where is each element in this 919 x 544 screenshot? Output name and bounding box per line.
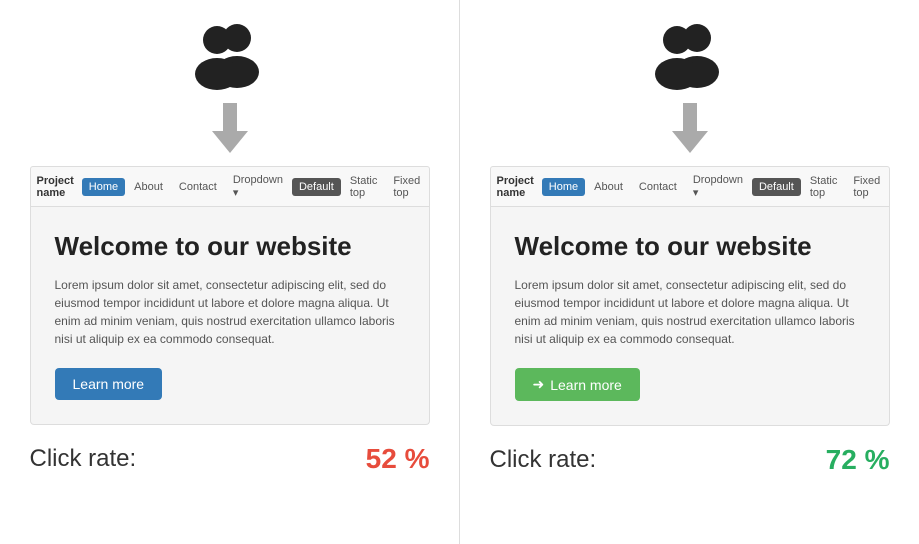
nav-dropdown-left[interactable]: Dropdown ▾	[226, 171, 290, 202]
nav-about-right[interactable]: About	[587, 178, 630, 196]
nav-contact-left[interactable]: Contact	[172, 178, 224, 196]
content-card-left: Welcome to our website Lorem ipsum dolor…	[30, 207, 430, 425]
card-body-right: Lorem ipsum dolor sit amet, consectetur …	[515, 276, 865, 348]
arrow-down-left	[212, 103, 248, 166]
arrow-down-right	[672, 103, 708, 166]
click-rate-value-left: 52 %	[366, 443, 430, 475]
nav-default-right[interactable]: Default	[752, 178, 801, 196]
card-title-right: Welcome to our website	[515, 231, 865, 262]
nav-contact-right[interactable]: Contact	[632, 178, 684, 196]
navbar-left: Project name Home About Contact Dropdown…	[30, 166, 430, 207]
learn-more-button-right[interactable]: ➜ Learn more	[515, 368, 640, 401]
arrow-icon-right: ➜	[533, 376, 545, 393]
navbar-right: Project name Home About Contact Dropdown…	[490, 166, 890, 207]
users-icon-left	[185, 20, 275, 103]
learn-more-label-right: Learn more	[550, 377, 622, 393]
click-rate-label-right: Click rate:	[490, 446, 597, 474]
nav-fixed-left[interactable]: Fixed top	[386, 172, 427, 202]
nav-static-right[interactable]: Static top	[803, 172, 845, 202]
nav-static-left[interactable]: Static top	[343, 172, 385, 202]
learn-more-button-left[interactable]: Learn more	[55, 368, 163, 400]
content-card-right: Welcome to our website Lorem ipsum dolor…	[490, 207, 890, 426]
nav-about-left[interactable]: About	[127, 178, 170, 196]
click-rate-label-left: Click rate:	[30, 445, 137, 473]
nav-dropdown-right[interactable]: Dropdown ▾	[686, 171, 750, 202]
left-panel: Project name Home About Contact Dropdown…	[0, 0, 459, 544]
click-rate-left: Click rate: 52 %	[30, 433, 430, 475]
nav-fixed-right[interactable]: Fixed top	[846, 172, 887, 202]
card-title-left: Welcome to our website	[55, 231, 405, 262]
nav-home-right[interactable]: Home	[542, 178, 585, 196]
nav-home-left[interactable]: Home	[82, 178, 125, 196]
click-rate-right: Click rate: 72 %	[490, 434, 890, 476]
navbar-brand-left: Project name	[37, 175, 74, 199]
navbar-brand-right: Project name	[497, 175, 534, 199]
click-rate-value-right: 72 %	[826, 444, 890, 476]
users-icon-right	[645, 20, 735, 103]
nav-default-left[interactable]: Default	[292, 178, 341, 196]
right-panel: Project name Home About Contact Dropdown…	[460, 0, 919, 544]
card-body-left: Lorem ipsum dolor sit amet, consectetur …	[55, 276, 405, 348]
